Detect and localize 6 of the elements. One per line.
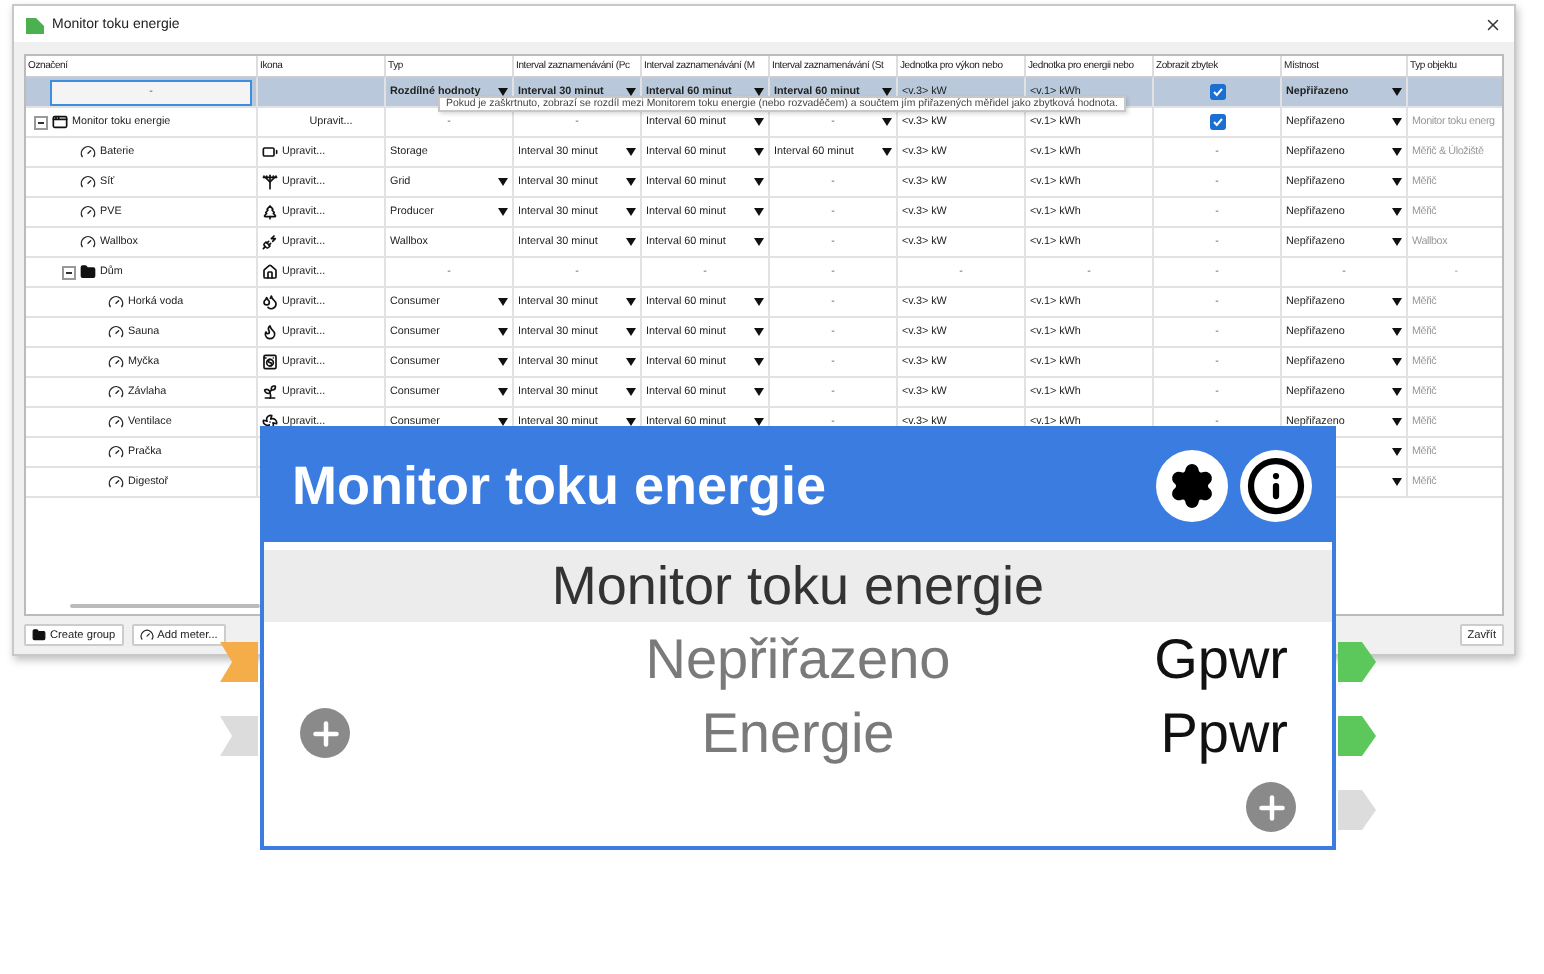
input-label: Nepřiřazeno: [645, 627, 951, 691]
node-subtitle: Monitor toku energie: [264, 550, 1332, 622]
output-label: Ppwr: [1160, 701, 1288, 765]
input-label: Energie: [701, 701, 895, 765]
output-label: Gpwr: [1154, 627, 1288, 691]
node-title: Monitor toku energie: [292, 455, 829, 517]
